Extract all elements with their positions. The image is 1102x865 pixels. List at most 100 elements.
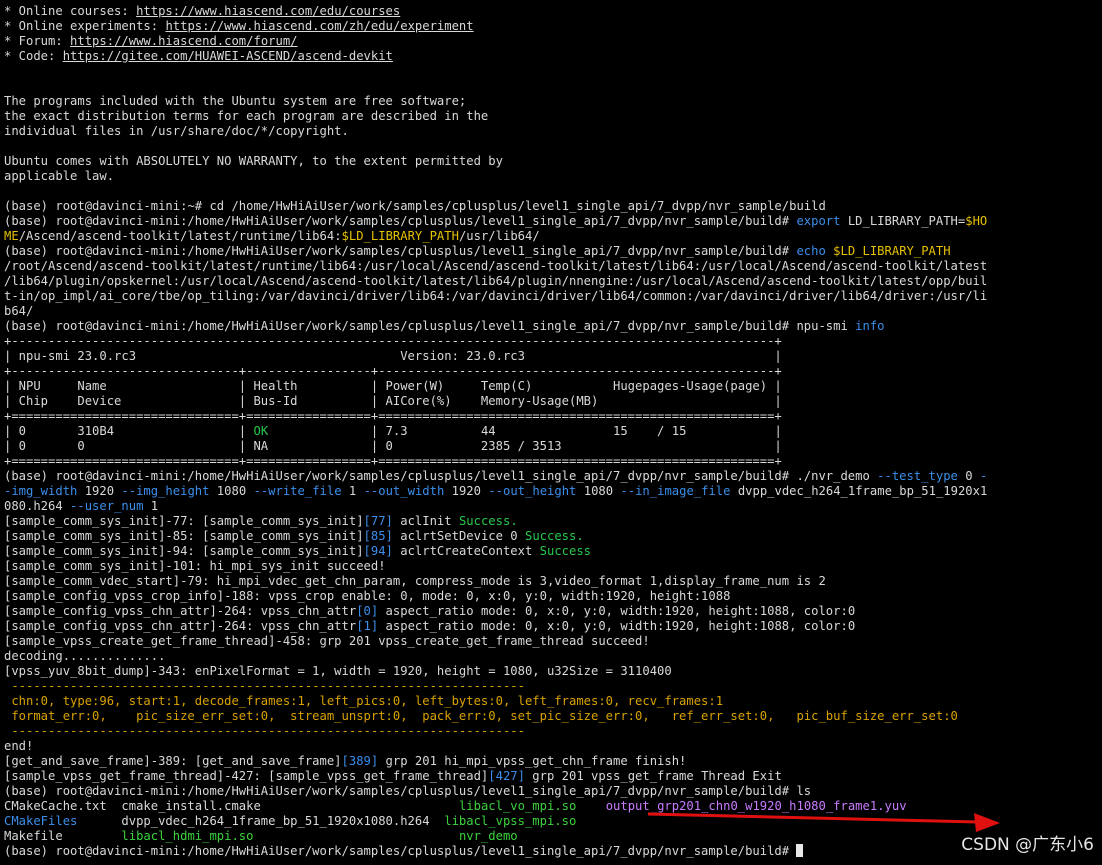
terminal-line: * Online courses: https://www.hiascend.c… (4, 4, 1102, 19)
terminal-text: [sample_comm_vdec_start]-79: hi_mpi_vdec… (4, 574, 826, 588)
terminal-text: Makefile (4, 829, 122, 843)
terminal-text: [sample_comm_sys_init]-101: hi_mpi_sys_i… (4, 559, 386, 573)
terminal-text: (base) root@davinci-mini:/home/HwHiAiUse… (4, 244, 797, 258)
terminal-text: echo (796, 244, 826, 258)
terminal-text: | NPU Name | Health | Power(W) Temp(C) H… (4, 379, 782, 393)
terminal-line: format_err:0, pic_size_err_set:0, stream… (4, 709, 1102, 724)
terminal-text: ME (4, 229, 19, 243)
terminal-line: | 0 310B4 | OK | 7.3 44 15 / 15 | (4, 424, 1102, 439)
terminal-line: +===============================+=======… (4, 409, 1102, 424)
terminal-text: [sample_comm_sys_init]-77: [sample_comm_… (4, 514, 364, 528)
terminal-text: | Chip Device | Bus-Id | AICore(%) Memor… (4, 394, 782, 408)
terminal-text: info (855, 319, 885, 333)
terminal-text: --user_num (70, 499, 144, 513)
terminal-output[interactable]: * Online courses: https://www.hiascend.c… (4, 4, 1102, 859)
terminal-text: the exact distribution terms for each pr… (4, 109, 489, 123)
terminal-line: (base) root@davinci-mini:~# cd /home/HwH… (4, 199, 1102, 214)
terminal-link[interactable]: https://www.hiascend.com/edu/courses (136, 4, 400, 18)
terminal-line: (base) root@davinci-mini:/home/HwHiAiUse… (4, 844, 1102, 859)
terminal-text: $LD_LIBRARY_PATH (341, 229, 459, 243)
terminal-text: 1 (143, 499, 159, 513)
terminal-text: * Code: (4, 49, 63, 63)
terminal-text: [sample_config_vpss_chn_attr]-264: vpss_… (4, 619, 357, 633)
terminal-text: - (979, 469, 988, 483)
terminal-link[interactable]: https://www.hiascend.com/zh/edu/experime… (165, 19, 473, 33)
terminal-line: t-in/op_impl/ai_core/tbe/op_tiling:/var/… (4, 289, 1102, 304)
terminal-text: $HO (965, 214, 988, 228)
terminal-text: CMakeFiles (4, 814, 78, 828)
terminal-text: | 0 0 | NA | 0 2385 / 3513 | (4, 439, 782, 453)
terminal-text: aclInit (392, 514, 459, 528)
terminal-text: CMakeCache.txt cmake_install.cmake (4, 799, 459, 813)
terminal-text: (base) root@davinci-mini:/home/HwHiAiUse… (4, 844, 797, 858)
terminal-text: end! (4, 739, 34, 753)
terminal-line: chn:0, type:96, start:1, decode_frames:1… (4, 694, 1102, 709)
terminal-text: dvpp_vdec_h264_1frame_bp_51_1920x1080.h2… (77, 814, 445, 828)
terminal-text: libacl_hdmi_mpi.so (121, 829, 254, 843)
terminal-text: (base) root@davinci-mini:/home/HwHiAiUse… (4, 319, 856, 333)
terminal-line: * Online experiments: https://www.hiasce… (4, 19, 1102, 34)
terminal-line: The programs included with the Ubuntu sy… (4, 94, 1102, 109)
terminal-text: [sample_vpss_create_get_frame_thread]-45… (4, 634, 650, 648)
terminal-text: [get_and_save_frame]-389: [get_and_save_… (4, 754, 342, 768)
terminal-text: +===============================+=======… (4, 454, 782, 468)
terminal-text: OK (253, 424, 269, 438)
terminal-text: --test_type (877, 469, 958, 483)
terminal-text: [77] (363, 514, 393, 528)
terminal-line: +---------------------------------------… (4, 334, 1102, 349)
terminal-text: format_err:0, pic_size_err_set:0, stream… (4, 709, 958, 723)
terminal-link[interactable]: https://gitee.com/HUAWEI-ASCEND/ascend-d… (63, 49, 393, 63)
terminal-text: ----------------------------------------… (4, 679, 525, 693)
terminal-text: /root/Ascend/ascend-toolkit/latest/runti… (4, 259, 988, 273)
terminal-text: aspect_ratio mode: 0, x:0, y:0, width:19… (378, 604, 856, 618)
terminal-line: [sample_config_vpss_chn_attr]-264: vpss_… (4, 604, 1102, 619)
terminal-line: (base) root@davinci-mini:/home/HwHiAiUse… (4, 214, 1102, 229)
terminal-line: ----------------------------------------… (4, 679, 1102, 694)
terminal-link[interactable]: https://www.hiascend.com/forum/ (70, 34, 297, 48)
terminal-text: /lib64/plugin/opskernel:/usr/local/Ascen… (4, 274, 988, 288)
terminal-text: [1] (356, 619, 379, 633)
terminal-text: 1080 (576, 484, 621, 498)
terminal-text: [389] (341, 754, 379, 768)
terminal-line: | NPU Name | Health | Power(W) Temp(C) H… (4, 379, 1102, 394)
terminal-line: [sample_comm_sys_init]-94: [sample_comm_… (4, 544, 1102, 559)
terminal-text: dvpp_vdec_h264_1frame_bp_51_1920x1 (730, 484, 988, 498)
terminal-text: [sample_config_vpss_chn_attr]-264: vpss_… (4, 604, 357, 618)
terminal-line: decoding.............. (4, 649, 1102, 664)
terminal-text: /usr/lib64/ (458, 229, 540, 243)
terminal-line: applicable law. (4, 169, 1102, 184)
terminal-text: The programs included with the Ubuntu sy… (4, 94, 467, 108)
terminal-text: libacl_vpss_mpi.so (444, 814, 577, 828)
terminal-cursor (796, 844, 804, 857)
csdn-watermark: CSDN @广东小6 (961, 835, 1094, 855)
terminal-line: [sample_comm_sys_init]-101: hi_mpi_sys_i… (4, 559, 1102, 574)
terminal-line: [sample_comm_sys_init]-85: [sample_comm_… (4, 529, 1102, 544)
terminal-line: [sample_vpss_get_frame_thread]-427: [sam… (4, 769, 1102, 784)
terminal-line: +-------------------------------+-------… (4, 364, 1102, 379)
terminal-text: [94] (363, 544, 393, 558)
terminal-text: 1080 (209, 484, 254, 498)
terminal-text: grp 201 hi_mpi_vpss_get_chn_frame finish… (378, 754, 687, 768)
terminal-text: [sample_vpss_get_frame_thread]-427: [sam… (4, 769, 489, 783)
terminal-line: Ubuntu comes with ABSOLUTELY NO WARRANTY… (4, 154, 1102, 169)
terminal-text: 080.h264 (4, 499, 71, 513)
terminal-text: [sample_config_vpss_crop_info]-188: vpss… (4, 589, 731, 603)
terminal-text: aspect_ratio mode: 0, x:0, y:0, width:19… (378, 619, 856, 633)
terminal-text: [427] (488, 769, 525, 783)
terminal-line: * Code: https://gitee.com/HUAWEI-ASCEND/… (4, 49, 1102, 64)
terminal-text: export (796, 214, 841, 228)
terminal-text: | 7.3 44 15 / 15 | (268, 424, 782, 438)
terminal-text: --out_width (363, 484, 445, 498)
terminal-line: +===============================+=======… (4, 454, 1102, 469)
terminal-text: aclrtCreateContext (392, 544, 540, 558)
terminal-text: aclrtSetDevice 0 (392, 529, 525, 543)
terminal-text: 1920 (77, 484, 122, 498)
terminal-line: (base) root@davinci-mini:/home/HwHiAiUse… (4, 244, 1102, 259)
terminal-text: Success (539, 544, 592, 558)
terminal-text: [vpss_yuv_8bit_dump]-343: enPixelFormat … (4, 664, 672, 678)
terminal-text: [85] (363, 529, 393, 543)
